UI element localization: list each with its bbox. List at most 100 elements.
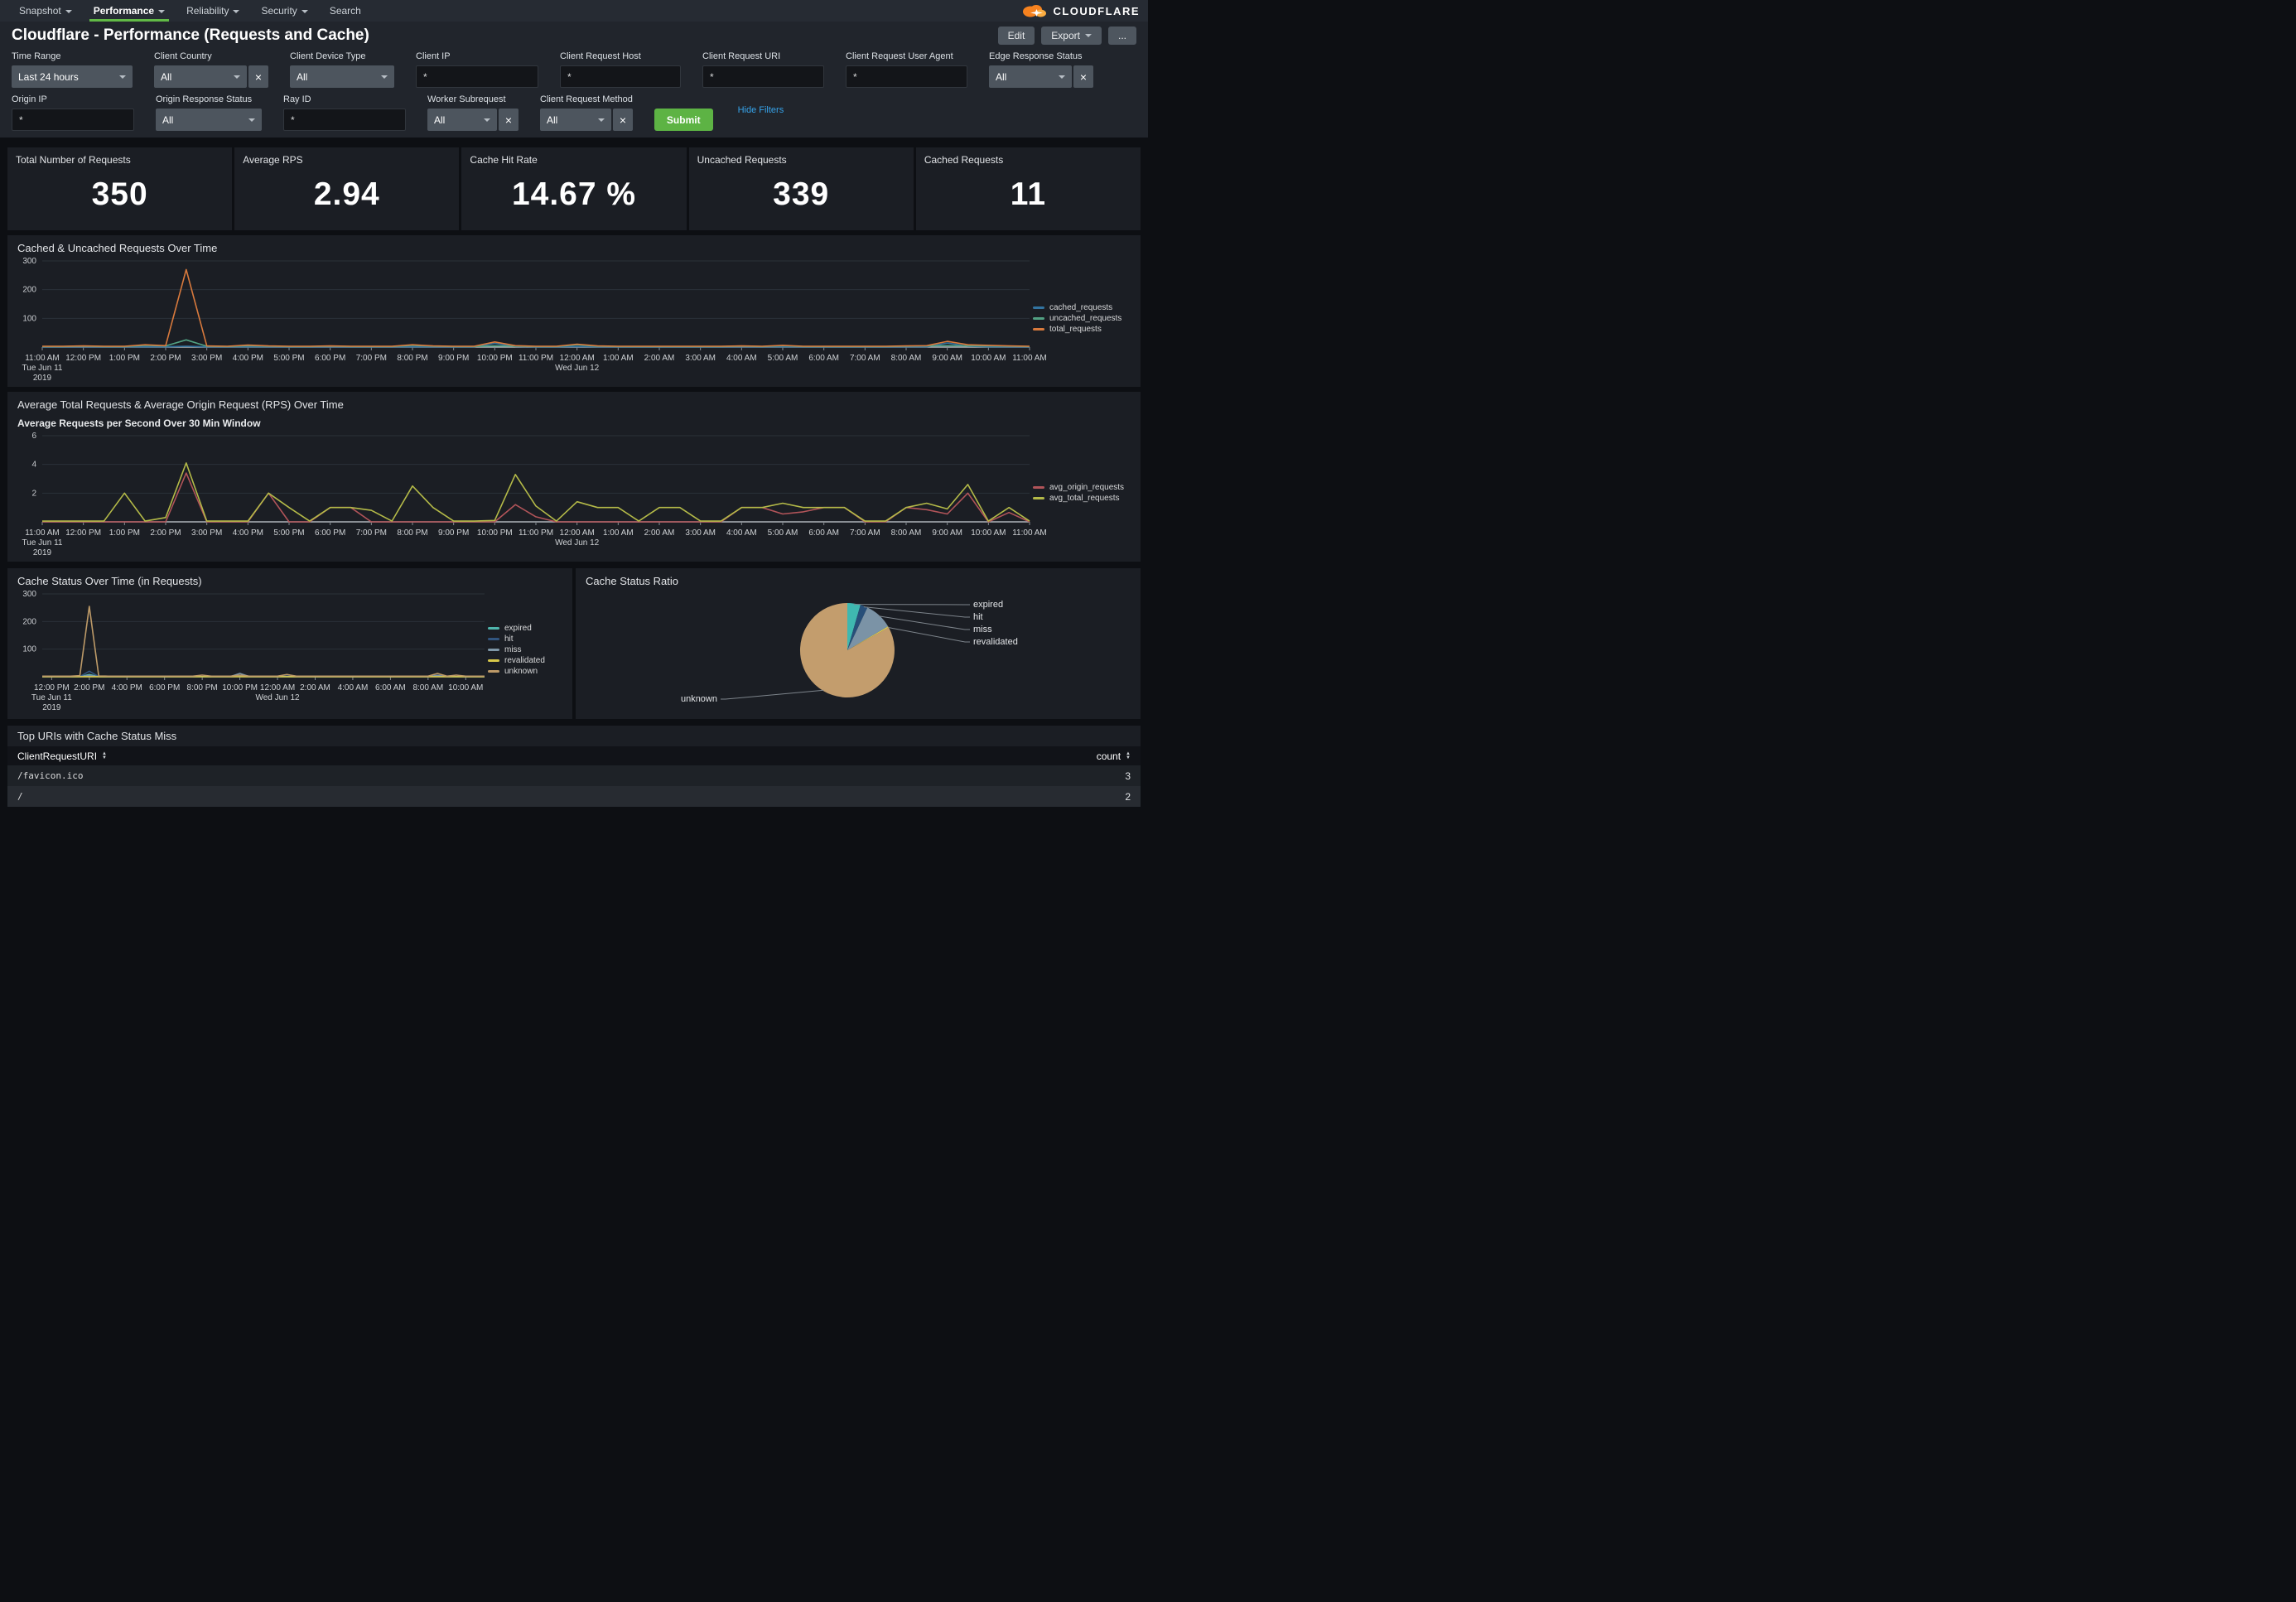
svg-text:10:00 AM: 10:00 AM [448, 683, 483, 692]
filter-select[interactable]: All [540, 109, 611, 131]
svg-text:11:00 AM: 11:00 AM [1012, 354, 1047, 363]
cloudflare-brand: CLOUDFLARE [1020, 0, 1140, 22]
svg-text:Wed Jun 12: Wed Jun 12 [255, 693, 300, 702]
clear-filter-button[interactable]: × [499, 109, 519, 131]
svg-text:8:00 AM: 8:00 AM [412, 683, 443, 692]
svg-text:9:00 PM: 9:00 PM [438, 354, 469, 363]
legend-item-expired[interactable]: expired [488, 623, 562, 634]
filter-label: Ray ID [283, 94, 406, 104]
svg-text:3:00 PM: 3:00 PM [191, 354, 222, 363]
svg-text:10:00 AM: 10:00 AM [971, 354, 1006, 363]
sort-icon[interactable]: ▲▼ [1126, 752, 1131, 760]
svg-text:9:00 AM: 9:00 AM [932, 528, 962, 538]
table-row: /2 [7, 786, 1141, 807]
filter-label: Client Request Host [560, 51, 681, 61]
filter-input[interactable] [702, 65, 824, 88]
svg-text:5:00 AM: 5:00 AM [768, 354, 798, 363]
filter-input[interactable] [846, 65, 967, 88]
hide-filters-link[interactable]: Hide Filters [738, 105, 784, 115]
legend-item-revalidated[interactable]: revalidated [488, 655, 562, 666]
legend-label: total_requests [1049, 324, 1102, 335]
filter-input[interactable] [416, 65, 538, 88]
filter-origin-response-status: Origin Response StatusAll [156, 94, 262, 131]
svg-text:2:00 AM: 2:00 AM [644, 528, 675, 538]
clear-filter-button[interactable]: × [1073, 65, 1093, 88]
filter-select[interactable]: All [290, 65, 394, 88]
legend-swatch [488, 670, 499, 673]
svg-text:300: 300 [22, 257, 36, 266]
legend-item-miss[interactable]: miss [488, 644, 562, 655]
more-button[interactable]: ... [1108, 27, 1136, 45]
legend-item-uncached_requests[interactable]: uncached_requests [1033, 313, 1131, 324]
panel-title: Cache Status Over Time (in Requests) [17, 575, 562, 587]
legend-label: cached_requests [1049, 302, 1112, 313]
avg-requests-line-chart: 24611:00 AMTue Jun 11201912:00 PM1:00 PM… [17, 431, 1033, 555]
legend-item-unknown[interactable]: unknown [488, 666, 562, 677]
edit-button[interactable]: Edit [998, 27, 1035, 45]
nav-item-security[interactable]: Security [250, 0, 318, 22]
filter-input[interactable] [560, 65, 681, 88]
column-header-count[interactable]: count ▲▼ [1097, 750, 1131, 762]
legend-swatch [1033, 497, 1044, 499]
legend-swatch [488, 638, 499, 640]
filter-select[interactable]: All [989, 65, 1072, 88]
export-button[interactable]: Export [1041, 27, 1102, 45]
svg-text:5:00 AM: 5:00 AM [768, 528, 798, 538]
uri-cell: /favicon.ico [17, 770, 83, 781]
filter-client-request-method: Client Request MethodAll× [540, 94, 633, 131]
filter-input[interactable] [12, 109, 134, 131]
svg-text:11:00 AM: 11:00 AM [25, 354, 60, 363]
stat-title: Cache Hit Rate [470, 154, 678, 166]
clear-filter-button[interactable]: × [248, 65, 268, 88]
filter-select[interactable]: Last 24 hours [12, 65, 133, 88]
svg-text:2:00 PM: 2:00 PM [150, 528, 181, 538]
column-header-clientrequesturi[interactable]: ClientRequestURI ▲▼ [17, 750, 107, 762]
panel-avg-requests-over-time: Average Total Requests & Average Origin … [7, 392, 1141, 562]
legend-item-avg_total_requests[interactable]: avg_total_requests [1033, 493, 1131, 504]
filter-ray-id: Ray ID [283, 94, 406, 131]
stat-title: Cached Requests [924, 154, 1132, 166]
legend-item-hit[interactable]: hit [488, 634, 562, 644]
chevron-down-icon [119, 75, 126, 79]
chevron-down-icon [598, 118, 605, 122]
filters-row-2: Origin IPOrigin Response StatusAllRay ID… [12, 94, 1136, 131]
svg-text:6:00 PM: 6:00 PM [315, 354, 345, 363]
svg-text:200: 200 [22, 286, 36, 295]
panel-title: Cached & Uncached Requests Over Time [17, 242, 1131, 254]
legend-item-avg_origin_requests[interactable]: avg_origin_requests [1033, 482, 1131, 493]
legend-swatch [1033, 486, 1044, 489]
sort-icon[interactable]: ▲▼ [102, 752, 107, 760]
filter-label: Client Request User Agent [846, 51, 967, 61]
svg-text:4:00 PM: 4:00 PM [233, 354, 263, 363]
filter-select[interactable]: All [427, 109, 497, 131]
svg-text:6:00 AM: 6:00 AM [375, 683, 406, 692]
svg-text:2:00 AM: 2:00 AM [300, 683, 330, 692]
legend-label: avg_total_requests [1049, 493, 1120, 504]
legend-item-total_requests[interactable]: total_requests [1033, 324, 1131, 335]
filter-time-range: Time RangeLast 24 hours [12, 51, 133, 88]
svg-text:12:00 AM: 12:00 AM [560, 528, 595, 538]
filter-select[interactable]: All [156, 109, 262, 131]
stat-value: 339 [697, 166, 905, 224]
svg-text:Wed Jun 12: Wed Jun 12 [555, 538, 600, 548]
svg-text:8:00 PM: 8:00 PM [397, 354, 427, 363]
svg-text:11:00 PM: 11:00 PM [519, 528, 553, 538]
nav-item-reliability[interactable]: Reliability [176, 0, 250, 22]
svg-text:12:00 PM: 12:00 PM [65, 354, 101, 363]
svg-text:Tue Jun 11: Tue Jun 11 [22, 538, 63, 548]
svg-text:6:00 AM: 6:00 AM [808, 354, 839, 363]
clear-filter-button[interactable]: × [613, 109, 633, 131]
table-title: Top URIs with Cache Status Miss [7, 726, 1141, 746]
filter-input[interactable] [283, 109, 406, 131]
panel-top-uris: Top URIs with Cache Status Miss ClientRe… [7, 726, 1141, 807]
submit-button[interactable]: Submit [654, 109, 713, 131]
nav-item-search[interactable]: Search [319, 0, 372, 22]
filter-select[interactable]: All [154, 65, 247, 88]
nav-item-performance[interactable]: Performance [83, 0, 176, 22]
stat-value: 14.67 % [470, 166, 678, 224]
legend-item-cached_requests[interactable]: cached_requests [1033, 302, 1131, 313]
nav-item-snapshot[interactable]: Snapshot [8, 0, 83, 22]
svg-text:Wed Jun 12: Wed Jun 12 [555, 364, 600, 373]
svg-text:6: 6 [31, 432, 36, 441]
stat-panels-row: Total Number of Requests350Average RPS2.… [7, 147, 1141, 230]
